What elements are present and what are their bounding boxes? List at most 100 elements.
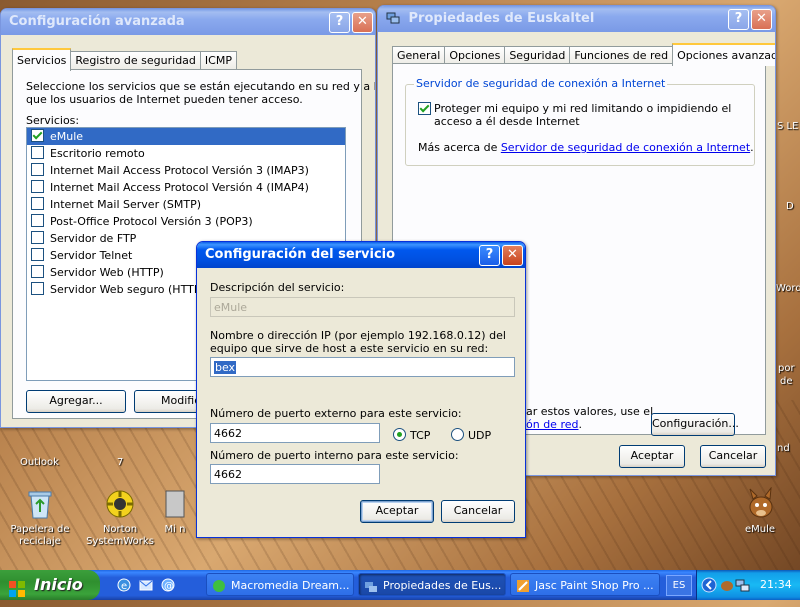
more-about-suffix: .: [750, 141, 754, 154]
dreamweaver-icon: [212, 578, 226, 592]
host-label-line1: Nombre o dirección IP (por ejemplo 192.1…: [210, 329, 506, 342]
service-list-item[interactable]: Escritorio remoto: [27, 145, 345, 162]
task-dreamweaver[interactable]: Macromedia Dream...: [206, 573, 354, 596]
help-button[interactable]: ?: [329, 12, 350, 33]
tcp-radio-button[interactable]: [393, 428, 406, 441]
internet-explorer-icon[interactable]: e: [116, 577, 132, 593]
services-label: Servicios:: [26, 114, 80, 127]
internal-port-input[interactable]: 4662: [210, 464, 380, 484]
service-checkbox[interactable]: [31, 265, 44, 278]
service-label: Servidor de FTP: [50, 232, 137, 245]
close-button[interactable]: ✕: [352, 12, 373, 33]
tcp-radio[interactable]: TCP: [393, 428, 430, 442]
outlook-express-icon[interactable]: [138, 577, 154, 593]
desktop-label-de: de: [780, 376, 793, 387]
more-about-prefix: Más acerca de: [418, 141, 501, 154]
desktop-label-d: D: [786, 201, 794, 212]
more-about-text: Más acerca de Servidor de seguridad de c…: [418, 141, 754, 154]
tab-icmp[interactable]: ICMP: [199, 51, 237, 70]
window-title: Configuración del servicio: [205, 247, 396, 262]
clock[interactable]: 21:34: [760, 578, 792, 591]
tray-app-icon[interactable]: [719, 577, 735, 596]
help-button[interactable]: ?: [479, 245, 500, 266]
add-service-button[interactable]: Agregar...: [26, 390, 126, 413]
window-title: Propiedades de Euskaltel: [408, 11, 595, 26]
tab-servicios[interactable]: Servicios: [12, 48, 72, 71]
desktop-icon-label: Papelera de reciclaje: [10, 524, 70, 547]
properties-ok-button[interactable]: Aceptar: [619, 445, 685, 468]
norton-icon: [103, 487, 137, 521]
help-button[interactable]: ?: [728, 9, 749, 30]
service-checkbox[interactable]: [31, 146, 44, 159]
paint-shop-pro-icon: [516, 578, 530, 592]
service-checkbox[interactable]: [31, 282, 44, 295]
service-checkbox[interactable]: [31, 129, 44, 142]
tray-expand-icon[interactable]: [701, 577, 717, 596]
language-indicator[interactable]: ES: [666, 575, 692, 596]
emule-mule-icon: [743, 486, 777, 521]
tray-network-icon[interactable]: [735, 577, 751, 596]
firewall-group-title: Servidor de seguridad de conexión a Inte…: [414, 77, 668, 90]
host-label-line2: equipo que sirve de host a este servicio…: [210, 342, 489, 355]
show-desktop-icon[interactable]: @: [160, 577, 176, 593]
task-paint-shop-pro[interactable]: Jasc Paint Shop Pro ...: [510, 573, 660, 596]
advanced-settings-titlebar[interactable]: Configuración avanzada ? ✕: [1, 9, 375, 35]
external-port-label: Número de puerto externo para este servi…: [210, 407, 462, 420]
service-checkbox[interactable]: [31, 180, 44, 193]
service-checkbox[interactable]: [31, 214, 44, 227]
service-settings-titlebar[interactable]: Configuración del servicio ? ✕: [197, 242, 525, 268]
tab-opciones-avanzadas[interactable]: Opciones avanzadas: [672, 43, 775, 66]
desktop-icon-label: eMule: [744, 524, 776, 535]
service-description-field: eMule: [210, 297, 515, 317]
tab-registro-seguridad[interactable]: Registro de seguridad: [70, 51, 201, 70]
service-checkbox[interactable]: [31, 231, 44, 244]
service-ok-button[interactable]: Aceptar: [360, 500, 434, 523]
firewall-help-link[interactable]: Servidor de seguridad de conexión a Inte…: [501, 141, 750, 154]
external-port-input[interactable]: 4662: [210, 423, 380, 443]
window-title: Configuración avanzada: [9, 14, 185, 29]
udp-radio-button[interactable]: [451, 428, 464, 441]
network-help-link[interactable]: ón de red: [526, 418, 578, 431]
partial-link-suffix: .: [578, 418, 582, 431]
service-list-item[interactable]: Post-Office Protocol Versión 3 (POP3): [27, 213, 345, 230]
udp-radio[interactable]: UDP: [451, 428, 491, 442]
protect-label-line2: acceso a él desde Internet: [434, 115, 580, 128]
service-settings-dialog: Configuración del servicio ? ✕ Descripci…: [196, 241, 526, 538]
configuration-button[interactable]: Configuración...: [651, 413, 739, 436]
service-label: Servidor Web seguro (HTTPS): [50, 283, 212, 296]
service-checkbox[interactable]: [31, 248, 44, 261]
desktop-icon-emule[interactable]: eMule: [720, 486, 800, 536]
network-connection-icon: [386, 8, 400, 24]
service-list-item[interactable]: Internet Mail Access Protocol Versión 4 …: [27, 179, 345, 196]
service-label: Internet Mail Access Protocol Versión 4 …: [50, 181, 309, 194]
host-address-input[interactable]: bex: [210, 357, 515, 377]
close-button[interactable]: ✕: [502, 245, 523, 266]
partial-settings-text: ar estos valores, use el: [526, 405, 654, 418]
internal-port-label: Número de puerto interno para este servi…: [210, 449, 459, 462]
close-button[interactable]: ✕: [751, 9, 772, 30]
connection-properties-titlebar[interactable]: Propiedades de Euskaltel ? ✕: [378, 6, 775, 32]
service-list-item[interactable]: Internet Mail Server (SMTP): [27, 196, 345, 213]
desktop-label-outlook: Outlook: [20, 457, 59, 468]
desktop-icon-norton[interactable]: Norton SystemWorks: [80, 487, 160, 548]
desktop-icon-recycle-bin[interactable]: Papelera de reciclaje: [0, 487, 80, 548]
recycle-bin-icon: [23, 487, 57, 521]
udp-label: UDP: [468, 429, 492, 442]
windows-flag-icon: [9, 577, 25, 597]
service-checkbox[interactable]: [31, 197, 44, 210]
service-checkbox[interactable]: [31, 163, 44, 176]
desktop-icon-mi-pc[interactable]: Mi n: [150, 487, 200, 536]
protect-checkbox-box[interactable]: [418, 102, 431, 115]
task-label: Propiedades de Eus...: [383, 579, 502, 592]
service-label: eMule: [50, 130, 84, 143]
network-connection-icon: [364, 578, 378, 592]
properties-cancel-button[interactable]: Cancelar: [700, 445, 766, 468]
svg-text:e: e: [121, 581, 127, 592]
desktop-label-word: Word: [776, 283, 800, 294]
task-propiedades[interactable]: Propiedades de Eus...: [358, 573, 506, 596]
start-button[interactable]: Inicio: [0, 570, 100, 600]
desktop-label-sle: S LE: [777, 121, 799, 132]
service-list-item[interactable]: eMule: [27, 128, 345, 145]
service-cancel-button[interactable]: Cancelar: [441, 500, 515, 523]
service-list-item[interactable]: Internet Mail Access Protocol Versión 3 …: [27, 162, 345, 179]
